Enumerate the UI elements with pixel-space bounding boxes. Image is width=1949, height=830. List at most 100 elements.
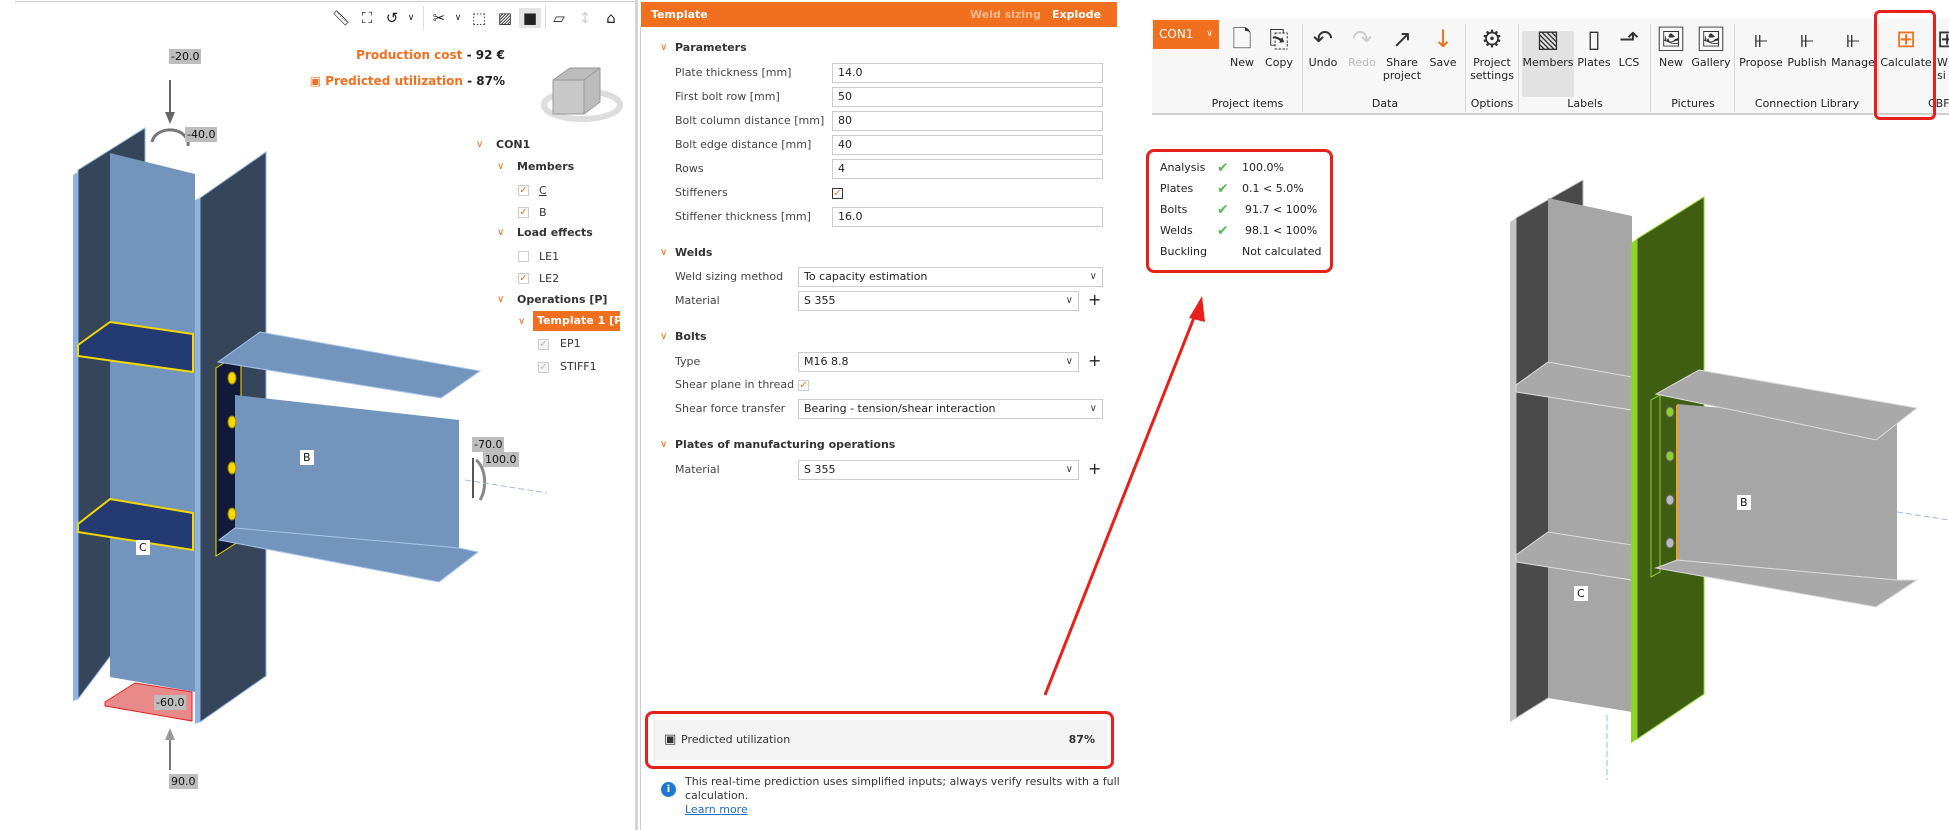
- chevron-down-icon[interactable]: ∨: [660, 435, 667, 455]
- bolt: [1665, 406, 1675, 418]
- members-label-button[interactable]: ▧ Members: [1522, 22, 1574, 69]
- bolt-column-distance-input[interactable]: 80: [832, 111, 1103, 131]
- bolt: [227, 507, 237, 521]
- member-box-icon: ▧: [1536, 25, 1560, 53]
- chevron-down-icon: ∨: [1206, 29, 1213, 39]
- chevron-down-icon[interactable]: ∨: [660, 327, 667, 347]
- weld-material-value: S 355: [804, 294, 836, 307]
- settings-label: settings: [1470, 69, 1514, 82]
- first-bolt-row-input[interactable]: 50: [832, 87, 1103, 107]
- propose-button[interactable]: ⫦ Propose: [1737, 22, 1785, 69]
- weld-method-value: To capacity estimation: [804, 270, 928, 283]
- left-viewport[interactable]: 📏︎ ⛶ ↺ ∨ ✂ ∨ ⬚ ▨ ■ ▱ ↕ ⌂ Production cost…: [0, 0, 638, 830]
- lcs-button[interactable]: ⬏ LCS: [1612, 22, 1646, 69]
- checkbox-stiff1: ✓: [538, 362, 549, 373]
- tree-item-operations[interactable]: Operations [P]: [517, 290, 607, 310]
- learn-more-link[interactable]: Learn more: [685, 803, 1120, 817]
- stiffener-thickness-input[interactable]: 16.0: [832, 207, 1103, 227]
- load-label: 90.0: [169, 774, 198, 789]
- group-connection-library: Connection Library: [1754, 97, 1860, 110]
- ribbon-separator: [1465, 24, 1466, 112]
- bolt-edge-distance-input[interactable]: 40: [832, 135, 1103, 155]
- chevron-down-icon[interactable]: ∨: [660, 243, 667, 263]
- check-icon: ✔: [1217, 160, 1229, 176]
- rows-input[interactable]: 4: [832, 159, 1103, 179]
- bolt: [1665, 494, 1675, 506]
- tree-item-template[interactable]: Template 1 [P]: [533, 311, 627, 331]
- new-picture-button[interactable]: 🖼︎ New: [1654, 22, 1688, 69]
- load-label: 100.0: [483, 452, 519, 467]
- tree-item-member-b[interactable]: B: [539, 203, 547, 223]
- tree-item-con1[interactable]: CON1: [496, 135, 530, 155]
- group-pictures: Pictures: [1671, 97, 1715, 110]
- check-icon: ✔: [1217, 181, 1229, 197]
- connection-selector[interactable]: CON1 ∨: [1153, 20, 1219, 49]
- chevron-down-icon[interactable]: ∨: [497, 294, 504, 305]
- shear-transfer-select[interactable]: Bearing - tension/shear interaction ∨: [798, 399, 1103, 419]
- model-3d-right[interactable]: [1450, 180, 1949, 830]
- save-button[interactable]: ↓ Save: [1426, 22, 1460, 69]
- checkbox-member-c[interactable]: ✓: [518, 185, 529, 196]
- manage-button[interactable]: ⫦ Manage: [1830, 22, 1876, 69]
- share-project-button[interactable]: ↗ Share project: [1382, 22, 1422, 82]
- weld-method-select[interactable]: To capacity estimation ∨: [798, 267, 1103, 287]
- chevron-down-icon: ∨: [1065, 464, 1073, 475]
- end-plate: [1650, 394, 1661, 578]
- result-buckling: Buckling Not calculated: [1160, 244, 1322, 260]
- chevron-down-icon[interactable]: ∨: [660, 38, 667, 58]
- undo-button[interactable]: ↶ Undo: [1306, 22, 1340, 69]
- lcs-label: LCS: [1618, 56, 1640, 69]
- gallery-button[interactable]: 🖼︎ Gallery: [1690, 22, 1732, 69]
- plate-material-select[interactable]: S 355 ∨: [798, 460, 1079, 480]
- section-welds[interactable]: Welds: [675, 243, 712, 263]
- model-3d-left[interactable]: [0, 0, 636, 830]
- chevron-down-icon[interactable]: ∨: [476, 139, 483, 150]
- plate-material-label: Material: [675, 463, 720, 476]
- publish-button[interactable]: ⫦ Publish: [1785, 22, 1829, 69]
- member-label-column: C: [136, 540, 150, 555]
- chevron-down-icon[interactable]: ∨: [497, 227, 504, 238]
- section-plates[interactable]: Plates of manufacturing operations: [675, 435, 895, 455]
- stiffeners-checkbox[interactable]: ✓: [832, 188, 843, 199]
- check-icon: ✔: [1217, 202, 1229, 218]
- cut-off-icon: ⊞: [1937, 25, 1949, 53]
- bolt: [227, 371, 237, 385]
- tree-item-le1[interactable]: LE1: [539, 247, 559, 267]
- tree-item-le2[interactable]: LE2: [539, 269, 559, 289]
- tree-item-member-c[interactable]: C: [539, 181, 547, 201]
- copy-button[interactable]: ⎘ Copy: [1262, 22, 1296, 69]
- tree-item-members[interactable]: Members: [517, 157, 574, 177]
- result-label: Plates: [1160, 182, 1194, 195]
- plate-thickness-input[interactable]: 14.0: [832, 63, 1103, 83]
- add-plate-material-button[interactable]: +: [1088, 459, 1101, 479]
- explode-button[interactable]: Explode: [1052, 2, 1101, 27]
- new-picture-label: New: [1659, 56, 1683, 69]
- bolt: [1665, 450, 1675, 462]
- plates-label-button[interactable]: ▯ Plates: [1576, 22, 1612, 69]
- arrow-head: [165, 112, 175, 124]
- add-weld-material-button[interactable]: +: [1088, 290, 1101, 310]
- bolt-type-select[interactable]: M16 8.8 ∨: [798, 352, 1079, 372]
- info-icon: i: [661, 782, 676, 797]
- chevron-down-icon[interactable]: ∨: [497, 161, 504, 172]
- shear-plane-checkbox[interactable]: ✓: [798, 380, 809, 391]
- ribbon-separator: [1650, 24, 1651, 112]
- checkbox-member-b[interactable]: ✓: [518, 207, 529, 218]
- chevron-down-icon[interactable]: ∨: [518, 316, 525, 327]
- prediction-value: 87%: [1068, 733, 1095, 746]
- result-value: 98.1 < 100%: [1245, 224, 1318, 237]
- cut-off-button[interactable]: ⊞ Wsi: [1937, 22, 1949, 82]
- section-bolts[interactable]: Bolts: [675, 327, 707, 347]
- share-label: Share: [1386, 56, 1418, 69]
- checkbox-le1[interactable]: [518, 251, 529, 262]
- tree-item-load-effects[interactable]: Load effects: [517, 223, 593, 243]
- weld-material-select[interactable]: S 355 ∨: [798, 291, 1079, 311]
- tree-item-ep1[interactable]: EP1: [560, 334, 581, 354]
- new-button[interactable]: 🗋︎ New: [1226, 22, 1258, 69]
- project-settings-button[interactable]: ⚙ Project settings: [1467, 22, 1517, 82]
- section-parameters[interactable]: Parameters: [675, 38, 747, 58]
- first-bolt-row-label: First bolt row [mm]: [675, 90, 780, 103]
- tree-item-stiff1[interactable]: STIFF1: [560, 357, 597, 377]
- add-bolt-type-button[interactable]: +: [1088, 351, 1101, 371]
- checkbox-le2[interactable]: ✓: [518, 273, 529, 284]
